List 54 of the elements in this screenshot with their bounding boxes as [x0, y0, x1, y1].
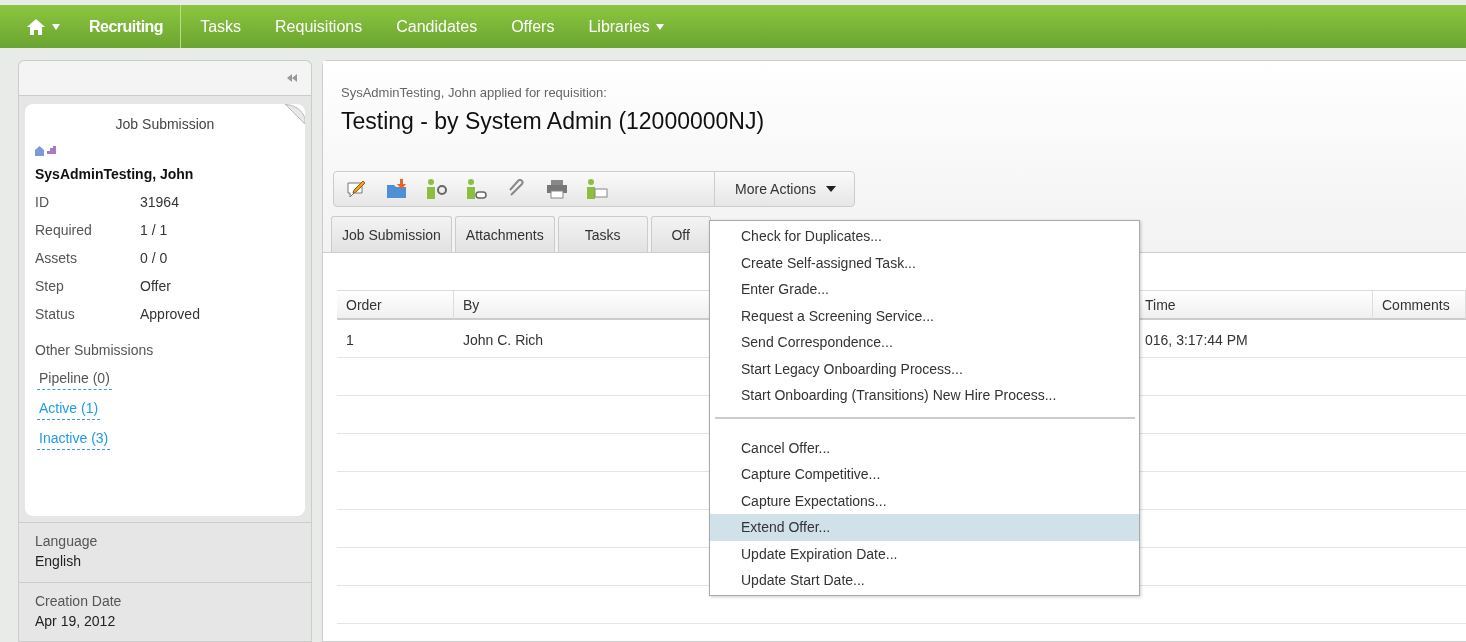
- menu-item[interactable]: Extend Offer...: [710, 514, 1139, 541]
- field-label: Creation Date: [35, 592, 123, 609]
- subtitle: SysAdminTesting, John applied for requisition:: [341, 85, 608, 100]
- menu-item[interactable]: Capture Competitive...: [710, 461, 1139, 488]
- tab[interactable]: Off: [650, 216, 711, 252]
- card-title: Job Submission: [114, 116, 216, 133]
- menu-item[interactable]: Start Onboarding (Transitions) New Hire Process...: [710, 382, 1139, 409]
- field-value: Offer: [140, 278, 172, 295]
- note-pencil-icon: [346, 178, 368, 200]
- field-label: Status: [35, 306, 76, 323]
- field-value: 0 / 0: [140, 250, 169, 267]
- find-candidate-button[interactable]: [424, 176, 450, 202]
- steps-icon: [47, 146, 56, 155]
- caret-icon: [52, 23, 60, 30]
- candidate-link-button[interactable]: [464, 176, 490, 202]
- collapse-icon[interactable]: [287, 74, 297, 83]
- field-label: Language: [35, 533, 99, 550]
- menu-item[interactable]: Create Self-assigned Task...: [710, 249, 1139, 276]
- page-title: Testing - by System Admin (12000000NJ): [341, 108, 766, 135]
- field-label: Assets: [35, 250, 78, 267]
- send-mail-button[interactable]: [584, 176, 610, 202]
- menu-item[interactable]: Update Expiration Date...: [710, 540, 1139, 567]
- tab[interactable]: Job Submission: [331, 216, 452, 252]
- field-value: English: [35, 553, 82, 570]
- candidate-name: SysAdminTesting, John: [35, 166, 195, 183]
- house-icon: [35, 146, 44, 157]
- person-search-icon: [424, 178, 450, 200]
- folder-icon: [385, 178, 409, 200]
- page-corner-icon: [285, 104, 305, 125]
- printer-icon: [546, 179, 568, 199]
- menu-item[interactable]: Send Correspondence...: [710, 329, 1139, 356]
- menu-item[interactable]: Cancel Offer...: [710, 434, 1139, 461]
- table-cell: 1: [337, 320, 454, 358]
- field-value: Apr 19, 2012: [35, 612, 117, 629]
- more-actions-button[interactable]: More Actions: [714, 172, 854, 206]
- home-icon: [26, 17, 46, 36]
- person-link-icon: [464, 178, 490, 200]
- section-label: Other Submissions: [35, 342, 155, 359]
- person-mail-icon: [584, 178, 610, 200]
- caret-icon: [826, 186, 836, 192]
- menu-item[interactable]: Check for Duplicates...: [710, 223, 1139, 250]
- menu-item[interactable]: Update Start Date...: [710, 567, 1139, 594]
- column-header: Comments: [1373, 290, 1466, 320]
- field-value: 31964: [140, 194, 180, 211]
- field-label: Step: [35, 278, 65, 295]
- field-label: Required: [35, 222, 93, 239]
- menu-item[interactable]: Start Legacy Onboarding Process...: [710, 355, 1139, 382]
- field-label: ID: [35, 194, 50, 211]
- tab[interactable]: Attachments: [454, 216, 555, 252]
- field-value: Approved: [140, 306, 201, 323]
- tab[interactable]: Tasks: [557, 216, 648, 252]
- column-header: Order: [337, 290, 454, 320]
- field-value: 1 / 1: [140, 222, 169, 239]
- menu-item[interactable]: Capture Expectations...: [710, 487, 1139, 514]
